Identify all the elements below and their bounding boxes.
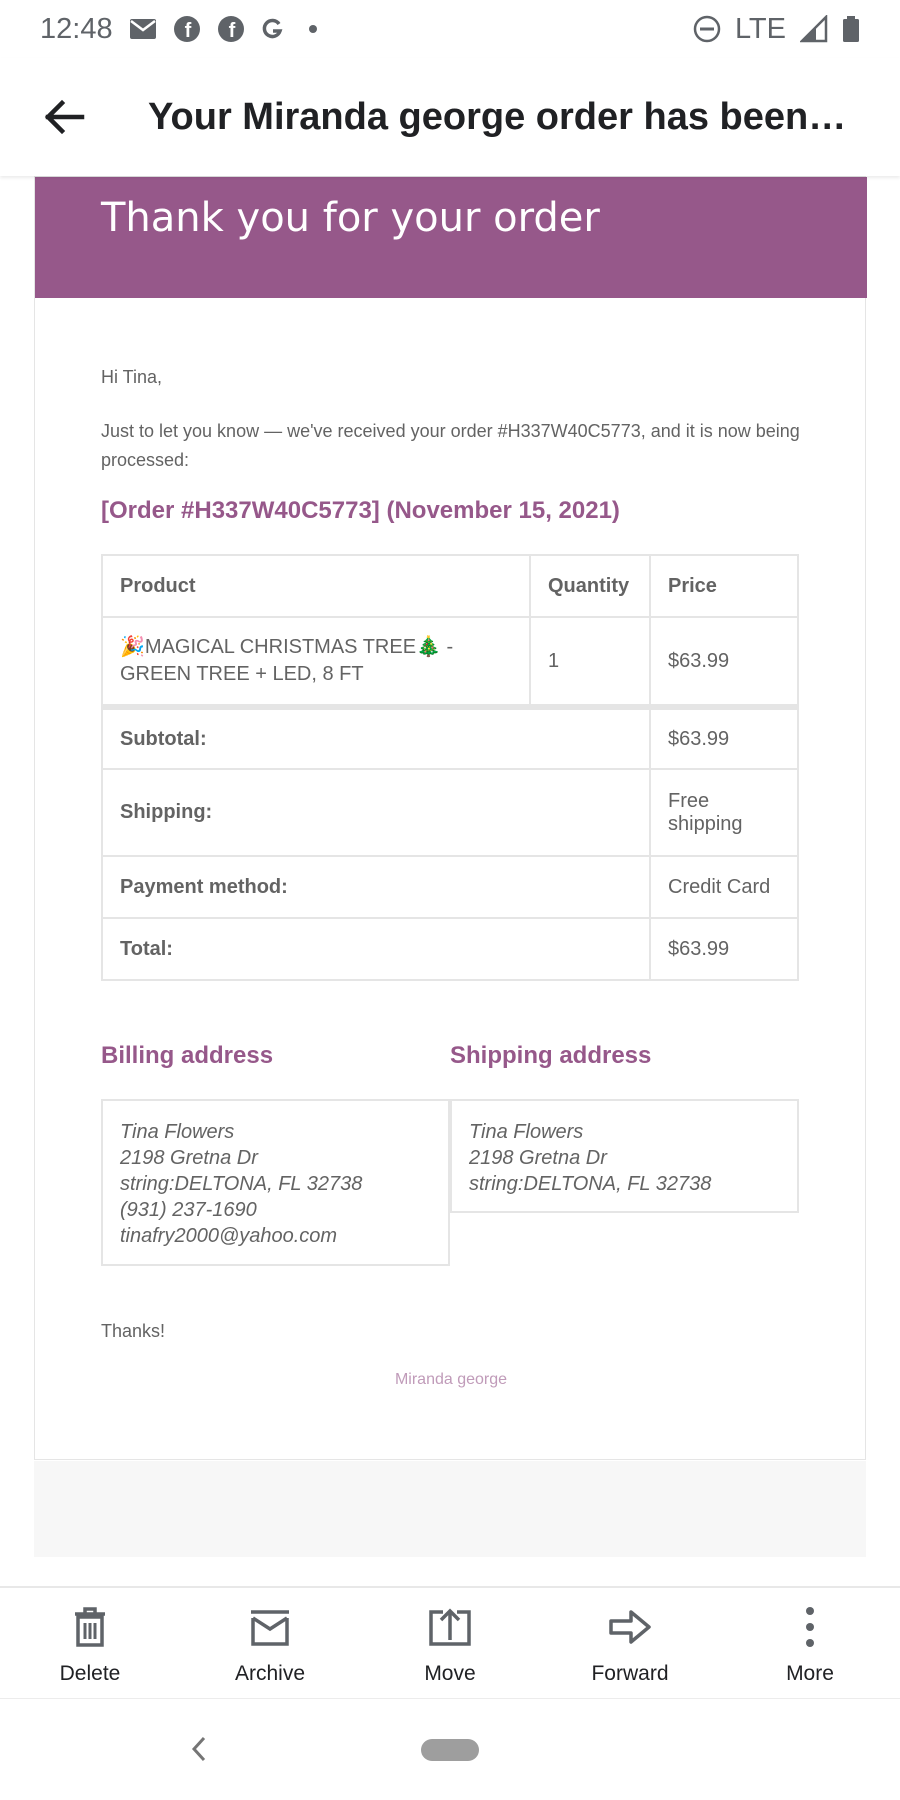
system-nav-bar [0, 1698, 900, 1800]
archive-label: Archive [234, 1662, 306, 1685]
chevron-left-icon [191, 1736, 206, 1762]
shipping-street: 2198 Gretna Dr [469, 1147, 607, 1169]
email-body[interactable]: Thank you for your order Hi Tina, Just t… [0, 176, 900, 1586]
billing-city: string:DELTONA, FL 32738 [120, 1173, 363, 1195]
billing-address-box: Tina Flowers 2198 Gretna Dr string:DELTO… [101, 1099, 450, 1266]
move-button[interactable]: Move [360, 1588, 540, 1698]
order-table: Product Quantity Price 🎉MAGICAL CHRISTMA… [101, 554, 799, 981]
shipping-name: Tina Flowers [469, 1121, 584, 1143]
nav-home-pill[interactable] [421, 1739, 479, 1761]
product-price: $63.99 [649, 616, 799, 708]
totals-row: Shipping: Free shipping [101, 768, 799, 857]
column-header-price: Price [649, 554, 799, 618]
delete-button[interactable]: Delete [0, 1588, 180, 1698]
network-type: LTE [734, 12, 786, 45]
thanks-text: Thanks! [101, 1321, 166, 1341]
total-value: $63.99 [649, 917, 799, 981]
shipping-label: Shipping: [101, 768, 651, 857]
nav-back-button[interactable] [184, 1731, 214, 1767]
move-label: Move [424, 1662, 476, 1685]
move-icon [429, 1608, 471, 1646]
arrow-left-icon [44, 99, 85, 135]
status-time: 12:48 [40, 12, 113, 45]
product-quantity: 1 [529, 616, 651, 708]
subtotal-label: Subtotal: [101, 704, 651, 770]
shipping-address-title: Shipping address [450, 1042, 652, 1069]
action-bar: Delete Archive Move Forward More [0, 1586, 900, 1698]
battery-icon [842, 15, 860, 43]
forward-button[interactable]: Forward [540, 1588, 720, 1698]
billing-address-title: Billing address [101, 1042, 274, 1069]
more-label: More [786, 1662, 834, 1685]
product-name-cell: 🎉MAGICAL CHRISTMAS TREE🎄 - GREEN TREE + … [101, 616, 531, 708]
forward-icon [609, 1610, 651, 1644]
greeting: Hi Tina, [101, 367, 163, 387]
table-row: 🎉MAGICAL CHRISTMAS TREE🎄 - GREEN TREE + … [101, 616, 799, 708]
order-heading-link[interactable]: [Order #H337W40C5773] (November 15, 2021… [101, 497, 620, 525]
trash-icon [75, 1607, 105, 1647]
status-bar: 12:48 f f LTE [0, 0, 900, 58]
facebook-icon: f [173, 15, 201, 43]
billing-phone-link[interactable]: (931) 237-1690 [120, 1197, 431, 1223]
totals-row: Total: $63.99 [101, 917, 799, 981]
archive-icon [251, 1610, 289, 1646]
email-header-band: Thank you for your order [35, 177, 867, 298]
intro-text: Just to let you know — we've received yo… [101, 421, 800, 470]
email-header-title: Thank you for your order [101, 195, 600, 241]
dnd-icon [693, 15, 721, 43]
subtotal-value: $63.99 [649, 704, 799, 770]
more-button[interactable]: More [720, 1588, 900, 1698]
table-header-row: Product Quantity Price [101, 554, 799, 618]
totals-row: Subtotal: $63.99 [101, 704, 799, 770]
google-icon [261, 17, 285, 41]
email-card: Thank you for your order Hi Tina, Just t… [34, 176, 867, 1460]
mail-icon [129, 18, 157, 40]
archive-button[interactable]: Archive [180, 1588, 360, 1698]
product-name: MAGICAL CHRISTMAS TREE [144, 636, 417, 658]
billing-name: Tina Flowers [120, 1121, 235, 1143]
shipping-value: Free shipping [649, 768, 799, 857]
email-footer-band [34, 1461, 866, 1557]
more-vertical-icon [806, 1607, 814, 1647]
svg-text:f: f [228, 20, 235, 42]
payment-method-label: Payment method: [101, 855, 651, 919]
back-button[interactable] [32, 85, 96, 149]
column-header-quantity: Quantity [529, 554, 651, 618]
party-popper-emoji: 🎉 [120, 636, 145, 658]
billing-street: 2198 Gretna Dr [120, 1147, 258, 1169]
delete-label: Delete [59, 1662, 121, 1685]
shipping-address-box: Tina Flowers 2198 Gretna Dr string:DELTO… [450, 1099, 799, 1213]
facebook-icon: f [217, 15, 245, 43]
app-bar: Your Miranda george order has been re... [0, 58, 900, 176]
column-header-product: Product [101, 554, 531, 618]
totals-row: Payment method: Credit Card [101, 855, 799, 919]
email-subject: Your Miranda george order has been re... [148, 95, 848, 138]
dot-icon [301, 17, 325, 41]
christmas-tree-emoji: 🎄 [416, 636, 441, 658]
payment-method-value: Credit Card [649, 855, 799, 919]
forward-label: Forward [591, 1662, 669, 1685]
svg-text:f: f [184, 20, 191, 42]
shipping-city: string:DELTONA, FL 32738 [469, 1173, 712, 1195]
footer-brand-link[interactable]: Miranda george [35, 1371, 867, 1389]
signal-icon [800, 15, 828, 43]
billing-email-link[interactable]: tinafry2000@yahoo.com [120, 1223, 431, 1249]
total-label: Total: [101, 917, 651, 981]
